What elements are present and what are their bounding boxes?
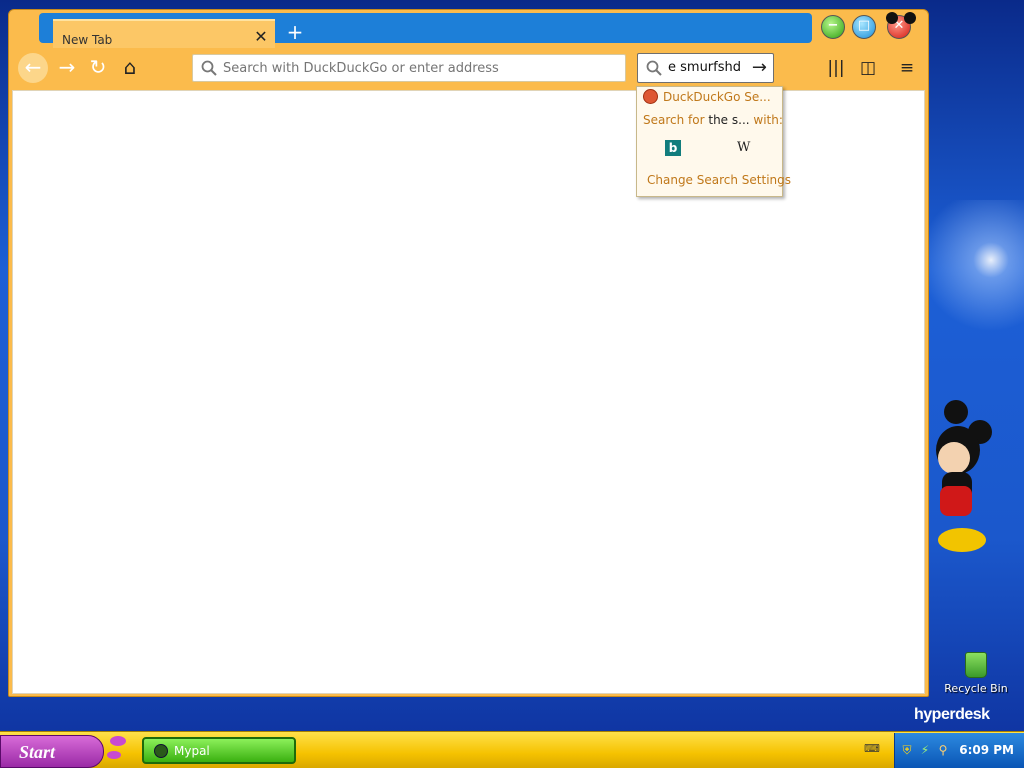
keyboard-indicator-icon[interactable]: ⌨ — [864, 742, 880, 755]
recycle-bin-icon — [965, 652, 987, 678]
go-arrow-icon[interactable]: → — [752, 57, 767, 78]
search-icon — [646, 60, 662, 76]
home-button[interactable]: ⌂ — [115, 53, 145, 83]
search-input[interactable]: e smurfshd — [668, 60, 746, 75]
address-input[interactable] — [223, 58, 613, 78]
library-icon[interactable]: ||| — [825, 57, 847, 79]
mouse-ear-decoration — [904, 12, 916, 24]
system-tray: ⛨ ⚡ ⚲ 6:09 PM — [894, 733, 1024, 768]
sidebar-icon[interactable]: ◫ — [857, 57, 879, 79]
forward-button[interactable]: → — [52, 53, 82, 83]
bing-icon[interactable]: b — [665, 140, 681, 156]
nav-toolbar: ← → ↻ ⌂ e smurfshd → ||| ◫ ≡ — [10, 48, 927, 88]
close-tab-icon[interactable]: ✕ — [253, 29, 269, 45]
hyperdesk-logo: hyperdesk — [914, 706, 990, 723]
wikipedia-icon[interactable]: W — [737, 140, 750, 155]
start-decoration — [107, 736, 126, 759]
browser-window: New Tab ✕ + − □ ✕ ← → ↻ ⌂ Search with Du… — [8, 9, 929, 697]
mypal-app-icon — [154, 744, 168, 758]
clock[interactable]: 6:09 PM — [959, 743, 1014, 757]
popup-search-for: Search for the s... with: — [643, 113, 783, 127]
search-icon — [201, 60, 217, 76]
home-icon: ⌂ — [123, 55, 137, 79]
address-bar[interactable] — [192, 54, 626, 82]
popup-engine-label: DuckDuckGo Se... — [663, 90, 771, 104]
tab-title: New Tab — [62, 33, 113, 47]
maximize-button[interactable]: □ — [852, 15, 876, 39]
popup-engine-item[interactable]: DuckDuckGo Se... — [643, 89, 771, 104]
duckduckgo-icon — [643, 89, 658, 104]
search-popup: DuckDuckGo Se... Search for the s... wit… — [636, 86, 791, 197]
mouse-ear-decoration — [886, 12, 898, 24]
shield-icon[interactable]: ⛨ — [901, 743, 913, 757]
reload-icon: ↻ — [89, 55, 107, 79]
taskbar-app-label: Mypal — [174, 744, 210, 758]
search-icon[interactable]: ⚲ — [937, 743, 949, 757]
search-bar[interactable]: e smurfshd → — [637, 53, 774, 83]
search-for-query: the s... — [708, 113, 750, 127]
mickey-mouse-decoration — [936, 400, 992, 552]
recycle-bin-label: Recycle Bin — [944, 682, 1008, 695]
back-arrow-icon: ← — [24, 55, 42, 79]
reload-button[interactable]: ↻ — [83, 53, 113, 83]
forward-arrow-icon: → — [58, 55, 76, 79]
start-button[interactable]: Start — [0, 735, 104, 768]
menu-icon[interactable]: ≡ — [896, 57, 918, 79]
search-for-prefix: Search for — [643, 113, 705, 127]
taskbar-app-mypal[interactable]: Mypal — [142, 737, 296, 764]
close-window-button[interactable]: ✕ — [886, 12, 916, 39]
new-tab-button[interactable]: + — [285, 22, 305, 42]
change-search-settings-link[interactable]: Change Search Settings — [647, 173, 791, 187]
search-for-suffix: with: — [753, 113, 783, 127]
desktop-sparkle-decoration — [914, 200, 1024, 350]
minimize-button[interactable]: − — [821, 15, 845, 39]
back-button[interactable]: ← — [18, 53, 48, 83]
recycle-bin-shortcut[interactable]: Recycle Bin — [938, 652, 1014, 695]
network-icon[interactable]: ⚡ — [919, 743, 931, 757]
